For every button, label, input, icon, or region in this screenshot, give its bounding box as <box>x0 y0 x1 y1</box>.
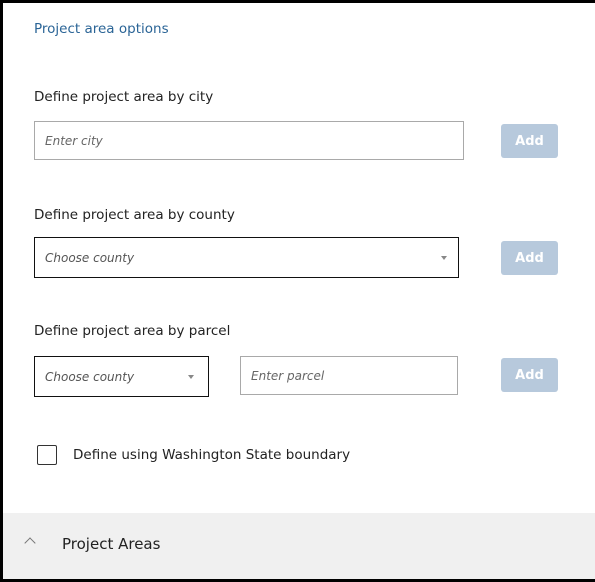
state-boundary-option[interactable]: Define using Washington State boundary <box>37 445 350 465</box>
caret-down-icon <box>441 255 447 260</box>
panel-title: Project area options <box>34 21 169 37</box>
add-city-button[interactable]: Add <box>501 124 558 158</box>
parcel-input[interactable] <box>241 357 457 394</box>
add-parcel-button[interactable]: Add <box>501 358 558 392</box>
county-label: Define project area by county <box>34 207 235 223</box>
chevron-up-icon[interactable] <box>24 537 36 549</box>
parcel-county-select[interactable]: Choose county <box>34 356 209 397</box>
city-label: Define project area by city <box>34 89 214 105</box>
caret-down-icon <box>188 374 194 379</box>
parcel-county-select-value: Choose county <box>45 369 135 384</box>
state-boundary-label[interactable]: Define using Washington State boundary <box>73 447 350 463</box>
project-areas-title[interactable]: Project Areas <box>62 535 160 553</box>
add-county-button[interactable]: Add <box>501 241 558 275</box>
county-select-value: Choose county <box>45 250 135 265</box>
project-area-panel: Project area options Define project area… <box>0 0 595 582</box>
parcel-input-box[interactable] <box>240 356 458 395</box>
parcel-label: Define project area by parcel <box>34 323 231 339</box>
city-input-box[interactable] <box>34 121 464 160</box>
project-areas-accordion-header[interactable]: Project Areas <box>3 513 595 579</box>
county-select[interactable]: Choose county <box>34 237 459 278</box>
city-input[interactable] <box>35 122 463 159</box>
state-boundary-checkbox[interactable] <box>37 445 57 465</box>
